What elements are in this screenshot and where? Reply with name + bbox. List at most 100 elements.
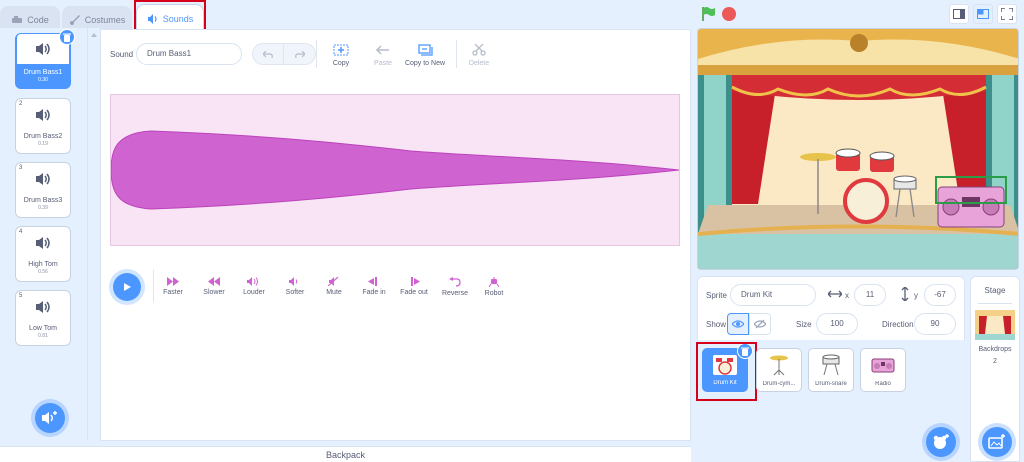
effect-faster-button[interactable]: Faster <box>160 277 186 296</box>
highlight-box-drum-kit <box>696 342 757 401</box>
stage-canvas[interactable] <box>697 28 1019 270</box>
waveform-display[interactable] <box>110 94 680 246</box>
y-input[interactable]: -67 <box>924 284 956 306</box>
sound-item-number: 2 <box>19 101 23 107</box>
cymbal-thumbnail <box>770 355 788 376</box>
sound-name-input[interactable]: Drum Bass1 <box>136 43 242 65</box>
sprite-thumb-drum-snare[interactable]: Drum-snare <box>808 348 854 392</box>
sound-item-number: 3 <box>19 165 23 171</box>
sound-list-scrollbar[interactable] <box>88 28 100 440</box>
theater-backdrop-image <box>698 29 1018 269</box>
tab-code-label: Code <box>27 14 49 25</box>
copy-label: Copy <box>332 60 350 67</box>
scissors-icon <box>472 44 486 56</box>
sound-item-name: Drum Bass3 <box>23 197 63 204</box>
sound-item-number: 4 <box>19 229 23 235</box>
redo-icon <box>294 50 305 58</box>
choose-sprite-button[interactable] <box>926 427 956 457</box>
effect-robot-label: Robot <box>484 290 504 297</box>
sound-item-duration: 0.81 <box>38 333 48 339</box>
fullscreen-button[interactable] <box>997 4 1017 24</box>
direction-input[interactable]: 90 <box>914 313 956 335</box>
sprite-thumb-radio[interactable]: Radio <box>860 348 906 392</box>
faster-icon <box>167 277 179 286</box>
normal-stage-icon <box>977 9 989 19</box>
snare-thumbnail <box>822 354 840 376</box>
fade-out-icon <box>411 277 420 286</box>
speaker-icon <box>36 109 50 121</box>
effect-fade-out-button[interactable]: Fade out <box>398 277 430 296</box>
sound-item-name: High Tom <box>28 261 58 268</box>
louder-icon <box>247 277 258 286</box>
small-stage-button[interactable] <box>949 4 969 24</box>
show-sprite-button[interactable] <box>727 313 749 335</box>
normal-stage-button[interactable] <box>973 4 993 24</box>
copy-to-new-label: Copy to New <box>404 60 446 67</box>
stop-icon[interactable] <box>722 7 736 21</box>
sound-item-4[interactable]: 4 High Tom 0.56 <box>15 226 71 282</box>
copy-to-new-button[interactable]: Copy to New <box>403 44 447 67</box>
mute-icon <box>328 277 339 286</box>
green-flag-icon[interactable] <box>700 6 716 22</box>
backdrops-label: Backdrops <box>978 346 1012 353</box>
size-input[interactable]: 100 <box>816 313 858 335</box>
sound-list: 1 Drum Bass1 0.30 2 Drum Bass2 0.19 3 Dr… <box>0 28 88 440</box>
play-icon <box>124 283 131 291</box>
fullscreen-icon <box>1001 8 1013 20</box>
sprite-thumb-name: Drum-snare <box>815 381 847 387</box>
vertical-arrows-icon <box>901 287 909 301</box>
eye-icon <box>732 320 744 328</box>
sound-item-duration: 0.19 <box>38 141 48 147</box>
sprite-name-input[interactable]: Drum Kit <box>730 284 816 306</box>
sprite-thumb-drum-cymbal[interactable]: Drum-cym... <box>756 348 802 392</box>
effect-faster-label: Faster <box>163 289 183 296</box>
sound-item-duration: 0.39 <box>38 205 48 211</box>
effects-divider <box>153 270 154 302</box>
x-input[interactable]: 11 <box>854 284 886 306</box>
speaker-icon <box>36 43 50 55</box>
tab-costumes-label: Costumes <box>84 14 126 25</box>
sound-item-number: 5 <box>19 293 23 299</box>
effect-mute-button[interactable]: Mute <box>322 277 346 296</box>
effect-reverse-button[interactable]: Reverse <box>440 277 470 297</box>
effect-slower-button[interactable]: Slower <box>200 277 228 296</box>
effect-softer-button[interactable]: Softer <box>282 277 308 296</box>
redo-button[interactable] <box>284 43 316 65</box>
delete-label: Delete <box>468 60 490 67</box>
stage-title: Stage <box>984 286 1006 295</box>
robot-icon <box>488 277 500 287</box>
speaker-icon <box>36 237 50 249</box>
effect-louder-button[interactable]: Louder <box>240 277 268 296</box>
radio-thumbnail <box>871 358 895 373</box>
sound-item-3[interactable]: 3 Drum Bass3 0.39 <box>15 162 71 218</box>
sound-item-2[interactable]: 2 Drum Bass2 0.19 <box>15 98 71 154</box>
sound-name-label: Sound <box>110 50 134 59</box>
effect-robot-button[interactable]: Robot <box>482 277 506 297</box>
sound-item-1[interactable]: 1 Drum Bass1 0.30 <box>15 29 75 89</box>
slower-icon <box>208 277 220 286</box>
fade-in-icon <box>368 277 377 286</box>
delete-sound-button[interactable] <box>59 29 75 45</box>
sound-item-5[interactable]: 5 Low Tom 0.81 <box>15 290 71 346</box>
highlight-box-sounds-tab <box>134 0 206 32</box>
hide-sprite-button[interactable] <box>749 313 771 335</box>
choose-backdrop-button[interactable] <box>982 427 1012 457</box>
brush-icon <box>69 14 80 25</box>
paste-button[interactable]: Paste <box>368 44 398 67</box>
copy-icon <box>333 44 349 56</box>
play-sound-button[interactable] <box>113 273 141 301</box>
effect-fade-in-button[interactable]: Fade in <box>360 277 388 296</box>
copy-button[interactable]: Copy <box>326 44 356 67</box>
copy-to-new-icon <box>418 44 433 56</box>
delete-button[interactable]: Delete <box>464 44 494 67</box>
waveform-shape <box>110 130 680 210</box>
trash-icon <box>63 33 71 42</box>
backpack[interactable]: Backpack <box>0 446 691 462</box>
sprite-thumb-name: Drum-cym... <box>762 381 796 387</box>
undo-button[interactable] <box>252 43 284 65</box>
sound-item-name: Drum Bass1 <box>23 69 63 76</box>
size-label: Size <box>796 320 812 329</box>
choose-sound-button[interactable] <box>35 403 65 433</box>
toolbar-divider <box>456 40 457 68</box>
effect-fade-out-label: Fade out <box>400 289 428 296</box>
